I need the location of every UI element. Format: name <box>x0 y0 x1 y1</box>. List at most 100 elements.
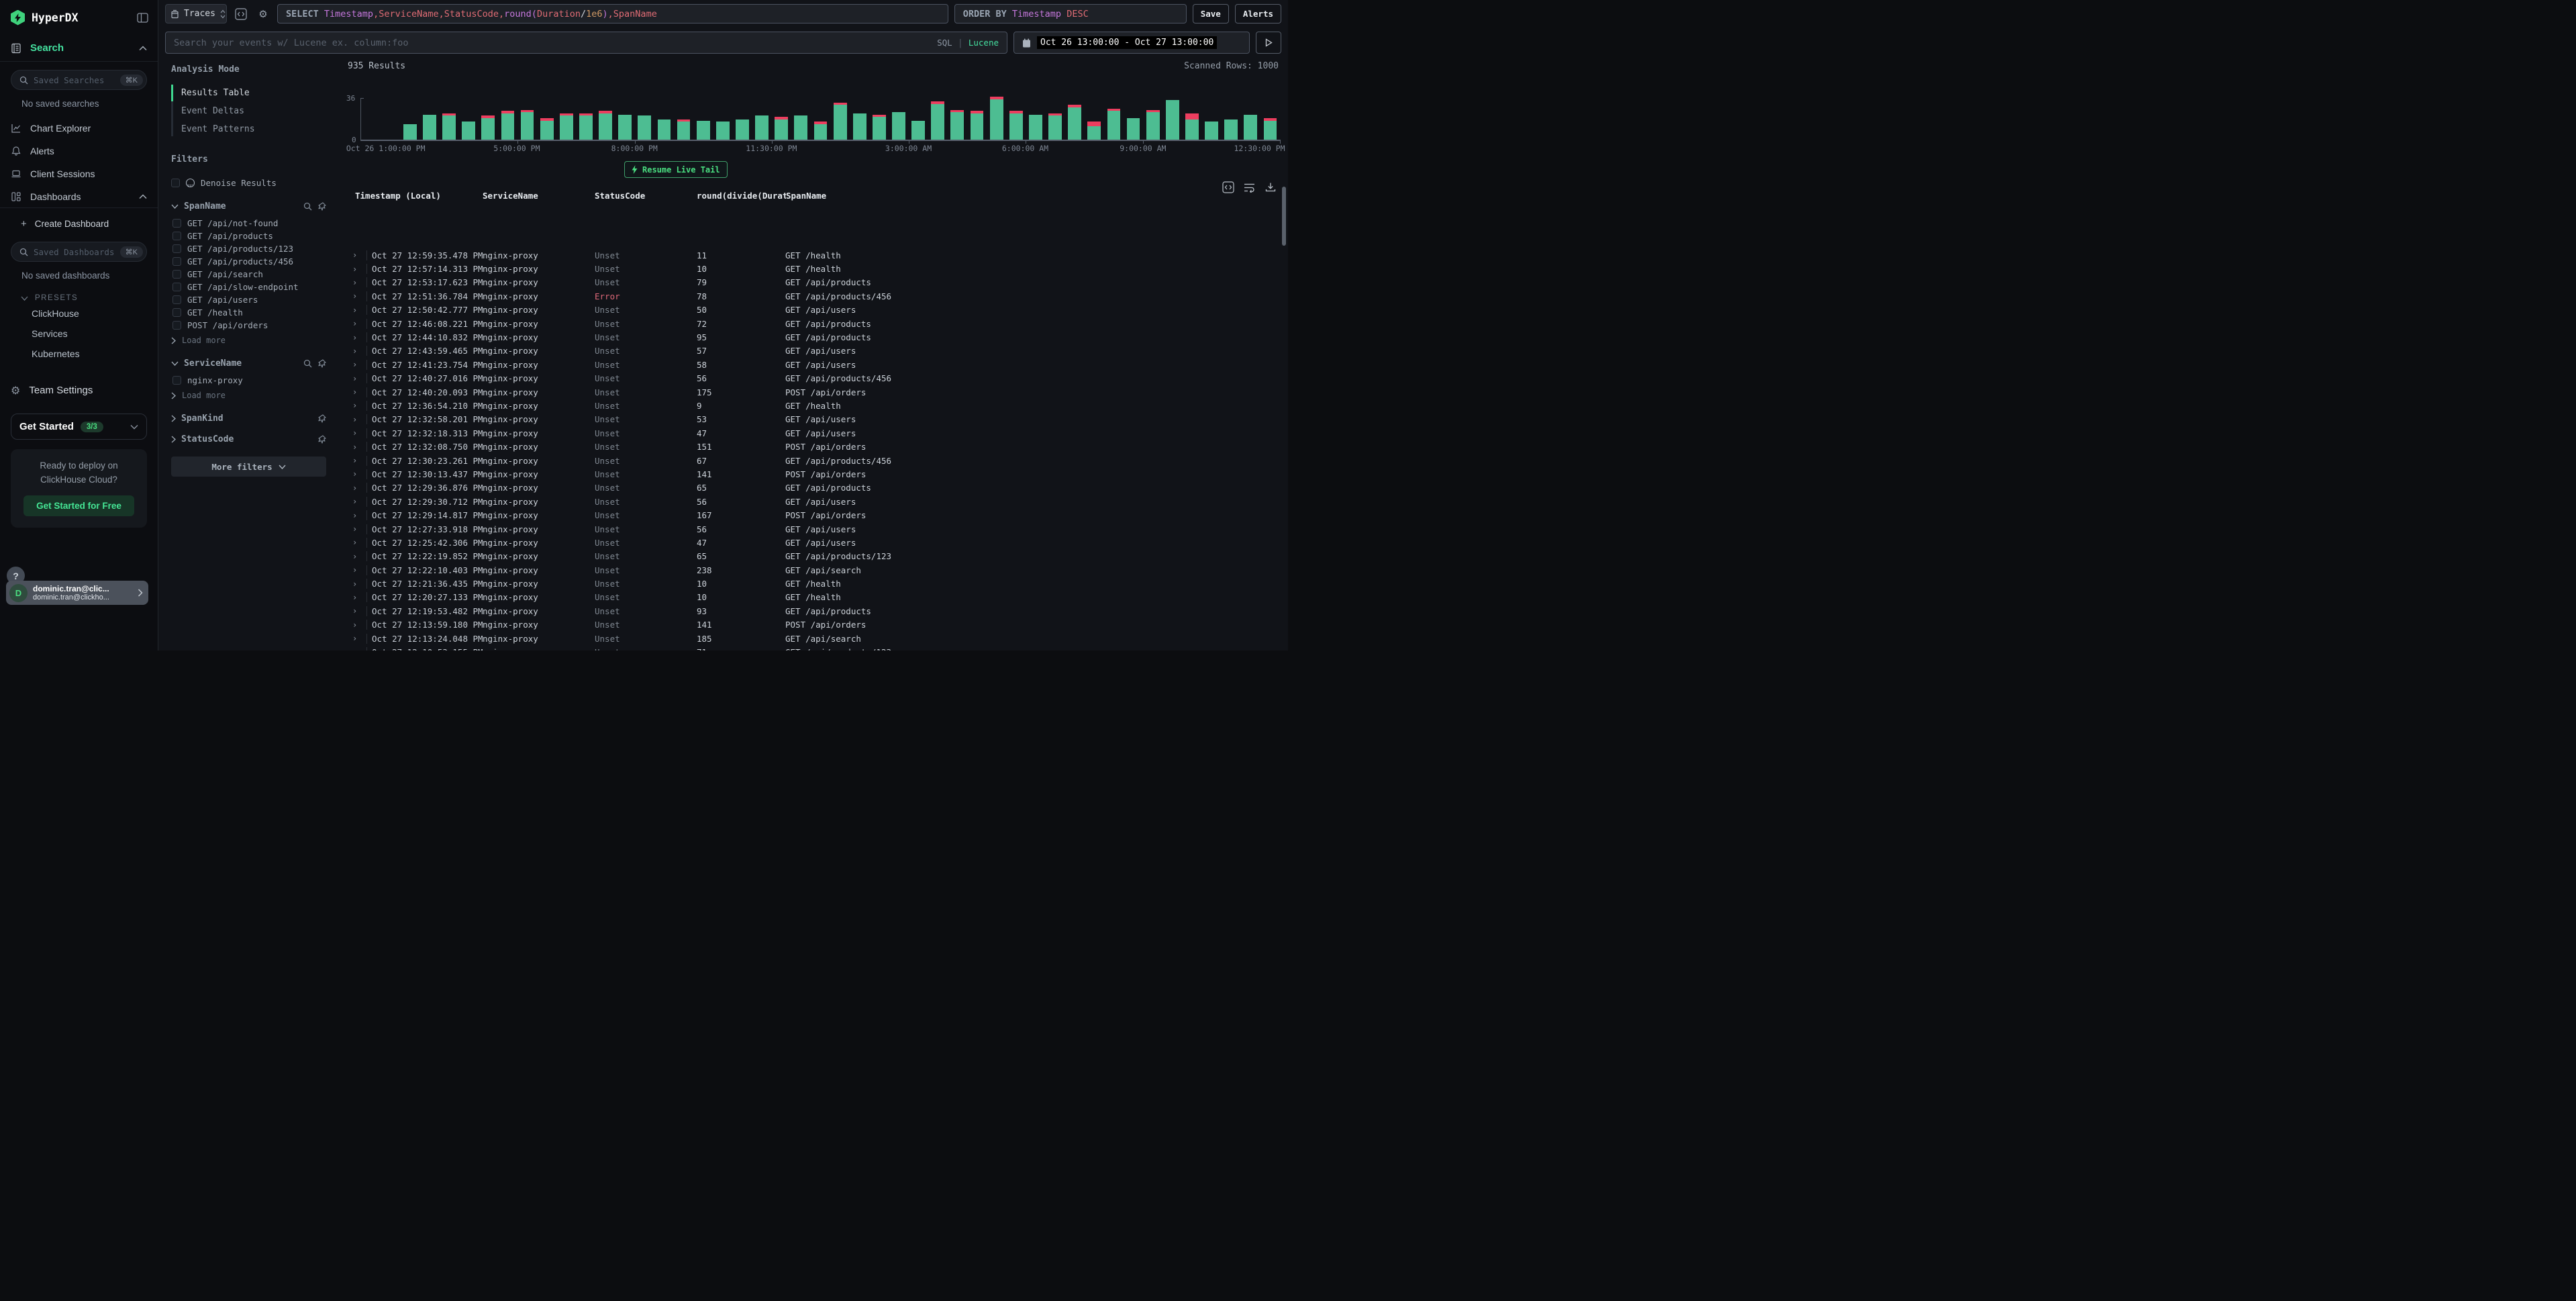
table-row[interactable]: ›Oct 27 12:30:23.261 PMnginx-proxyUnset6… <box>340 454 1288 467</box>
histogram-bar[interactable] <box>967 98 987 140</box>
table-row[interactable]: ›Oct 27 12:21:36.435 PMnginx-proxyUnset1… <box>340 577 1288 590</box>
table-scrollbar[interactable] <box>1282 187 1286 246</box>
sql-editor-icon[interactable] <box>233 4 249 23</box>
filter-option[interactable]: GET /api/not-found <box>171 217 326 230</box>
row-expand-chevron-icon[interactable]: › <box>352 374 366 383</box>
analysis-mode-event-deltas[interactable]: Event Deltas <box>181 102 326 120</box>
row-expand-chevron-icon[interactable]: › <box>352 305 366 315</box>
saved-searches-input[interactable]: Saved Searches ⌘K <box>11 70 147 90</box>
row-expand-chevron-icon[interactable]: › <box>352 620 366 630</box>
row-expand-chevron-icon[interactable]: › <box>352 456 366 465</box>
checkbox[interactable] <box>172 321 181 330</box>
filter-group-header-servicename[interactable]: ServiceName <box>171 358 326 369</box>
row-expand-chevron-icon[interactable]: › <box>352 401 366 410</box>
checkbox[interactable] <box>172 257 181 266</box>
histogram-bar[interactable] <box>1143 98 1162 140</box>
histogram-bar[interactable] <box>987 98 1006 140</box>
row-expand-chevron-icon[interactable]: › <box>352 552 366 561</box>
sidebar-item-alerts[interactable]: Alerts <box>0 140 158 162</box>
row-expand-chevron-icon[interactable]: › <box>352 360 366 369</box>
filter-group-header-statuscode[interactable]: StatusCode <box>171 434 326 444</box>
histogram-bar[interactable] <box>537 98 556 140</box>
table-row[interactable]: ›Oct 27 12:41:23.754 PMnginx-proxyUnset5… <box>340 358 1288 371</box>
row-expand-chevron-icon[interactable]: › <box>352 524 366 534</box>
row-expand-chevron-icon[interactable]: › <box>352 319 366 328</box>
checkbox[interactable] <box>172 283 181 291</box>
histogram-bar[interactable] <box>1222 98 1241 140</box>
row-expand-chevron-icon[interactable]: › <box>352 387 366 397</box>
filter-option[interactable]: GET /api/search <box>171 268 326 281</box>
chevron-down-icon[interactable] <box>171 361 179 366</box>
row-expand-chevron-icon[interactable]: › <box>352 428 366 438</box>
pin-icon[interactable] <box>317 359 326 368</box>
get-started-panel[interactable]: Get Started 3/3 <box>11 414 147 440</box>
filter-group-header-spankind[interactable]: SpanKind <box>171 414 326 424</box>
table-row[interactable]: ›Oct 27 12:20:27.133 PMnginx-proxyUnset1… <box>340 591 1288 604</box>
lucene-search-input[interactable]: Search your events w/ Lucene ex. column:… <box>165 32 1007 54</box>
histogram-bar[interactable] <box>1006 98 1026 140</box>
histogram-bar[interactable] <box>1201 98 1221 140</box>
date-range-picker[interactable]: Oct 26 13:00:00 - Oct 27 13:00:00 <box>1013 32 1250 54</box>
table-row[interactable]: ›Oct 27 12:43:59.465 PMnginx-proxyUnset5… <box>340 344 1288 358</box>
filter-option[interactable]: GET /api/products/123 <box>171 242 326 255</box>
table-row[interactable]: ›Oct 27 12:44:10.832 PMnginx-proxyUnset9… <box>340 330 1288 344</box>
row-expand-chevron-icon[interactable]: › <box>352 606 366 616</box>
resume-live-tail-button[interactable]: Resume Live Tail <box>624 161 728 178</box>
alerts-button[interactable]: Alerts <box>1235 4 1281 23</box>
filter-option[interactable]: nginx-proxy <box>171 374 326 387</box>
create-dashboard-button[interactable]: + Create Dashboard <box>0 213 158 234</box>
table-row[interactable]: ›Oct 27 12:32:58.201 PMnginx-proxyUnset5… <box>340 413 1288 426</box>
load-more-button[interactable]: Load more <box>171 333 326 348</box>
sidebar-preset-clickhouse[interactable]: ClickHouse <box>0 303 158 324</box>
chevron-down-icon[interactable] <box>171 204 179 209</box>
filter-group-header-spanname[interactable]: SpanName <box>171 201 326 211</box>
row-expand-chevron-icon[interactable]: › <box>352 278 366 287</box>
row-expand-chevron-icon[interactable]: › <box>352 333 366 342</box>
checkbox[interactable] <box>172 308 181 317</box>
histogram-bar[interactable] <box>830 98 850 140</box>
table-row[interactable]: ›Oct 27 12:13:59.180 PMnginx-proxyUnset1… <box>340 618 1288 632</box>
row-expand-chevron-icon[interactable]: › <box>352 346 366 356</box>
filter-option[interactable]: POST /api/orders <box>171 319 326 332</box>
histogram-bar[interactable] <box>693 98 713 140</box>
table-row[interactable]: ›Oct 27 12:50:42.777 PMnginx-proxyUnset5… <box>340 303 1288 317</box>
histogram-bar[interactable] <box>635 98 654 140</box>
histogram-bar[interactable] <box>596 98 615 140</box>
row-expand-chevron-icon[interactable]: › <box>352 483 366 493</box>
histogram-bar[interactable] <box>732 98 752 140</box>
histogram-bar[interactable] <box>1124 98 1143 140</box>
histogram-bar[interactable] <box>791 98 811 140</box>
column-header[interactable]: round(divide(Duration, <box>697 191 786 201</box>
table-row[interactable]: ›Oct 27 12:27:33.918 PMnginx-proxyUnset5… <box>340 522 1288 536</box>
source-select[interactable]: Traces <box>165 4 227 23</box>
search-icon[interactable] <box>303 359 312 368</box>
histogram-bar[interactable] <box>772 98 791 140</box>
row-expand-chevron-icon[interactable]: › <box>352 250 366 260</box>
row-expand-chevron-icon[interactable]: › <box>352 415 366 424</box>
sidebar-preset-kubernetes[interactable]: Kubernetes <box>0 344 158 364</box>
chevron-up-icon[interactable] <box>139 46 147 51</box>
sql-mode-toggle[interactable]: SQL <box>937 38 952 48</box>
save-button[interactable]: Save <box>1193 4 1229 23</box>
load-more-button[interactable]: Load more <box>171 388 326 403</box>
sidebar-item-chart-explorer[interactable]: Chart Explorer <box>0 117 158 140</box>
histogram-bar[interactable] <box>498 98 517 140</box>
checkbox[interactable] <box>171 179 180 187</box>
row-expand-chevron-icon[interactable]: › <box>352 497 366 506</box>
histogram-bar[interactable] <box>948 98 967 140</box>
histogram-plot[interactable] <box>360 98 1280 141</box>
checkbox[interactable] <box>172 270 181 279</box>
table-row[interactable]: ›Oct 27 12:22:10.403 PMnginx-proxyUnset2… <box>340 563 1288 577</box>
column-header[interactable]: Timestamp (Local) <box>355 191 483 201</box>
row-expand-chevron-icon[interactable]: › <box>352 565 366 575</box>
table-row[interactable]: ›Oct 27 12:46:08.221 PMnginx-proxyUnset7… <box>340 317 1288 330</box>
table-row[interactable]: ›Oct 27 12:10:53.155 PMnginx-proxyUnset7… <box>340 645 1288 650</box>
histogram-bar[interactable] <box>479 98 498 140</box>
table-row[interactable]: ›Oct 27 12:13:24.048 PMnginx-proxyUnset1… <box>340 632 1288 645</box>
table-row[interactable]: ›Oct 27 12:29:30.712 PMnginx-proxyUnset5… <box>340 495 1288 508</box>
histogram-bar[interactable] <box>752 98 772 140</box>
source-settings-gear-icon[interactable]: ⚙ <box>255 4 271 23</box>
run-query-button[interactable] <box>1256 32 1281 54</box>
histogram-bar[interactable] <box>909 98 928 140</box>
chevron-up-icon[interactable] <box>139 194 147 199</box>
